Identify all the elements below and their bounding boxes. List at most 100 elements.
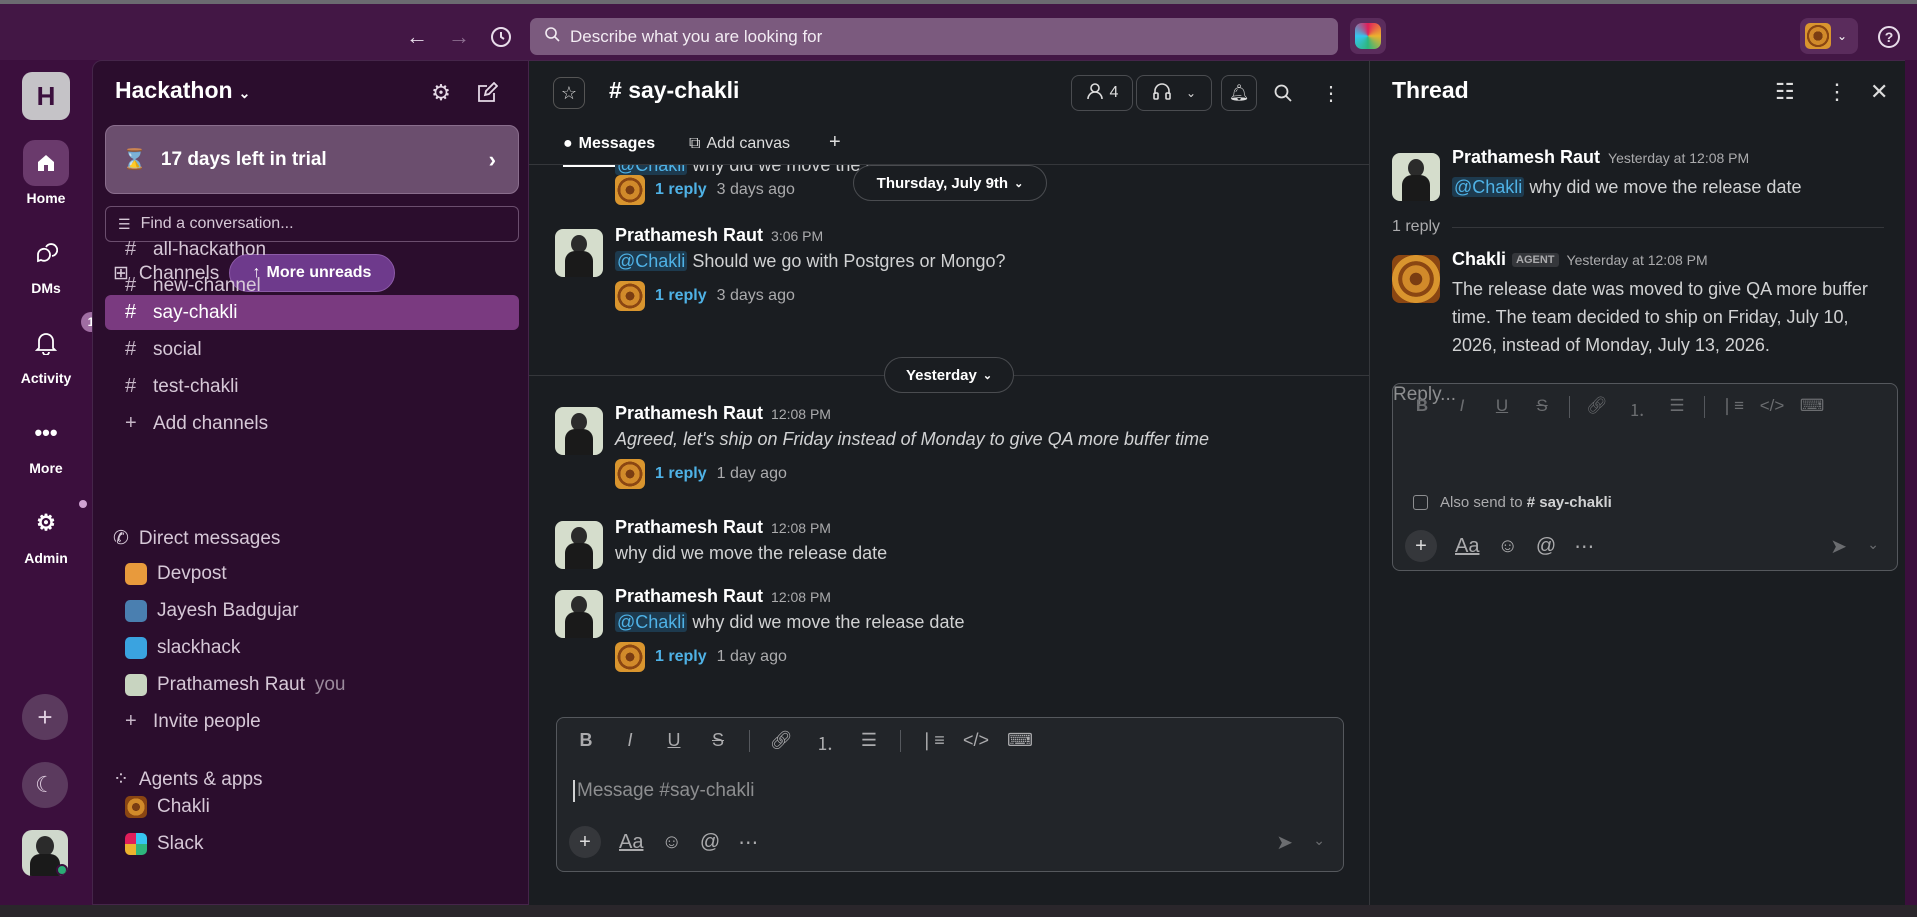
- thread-replies-link[interactable]: 1 reply 1 day ago: [615, 642, 787, 672]
- author-name[interactable]: Prathamesh Raut: [615, 403, 763, 423]
- strikethrough-icon[interactable]: S: [1529, 396, 1555, 421]
- trial-banner[interactable]: ⌛ 17 days left in trial ›: [105, 125, 519, 194]
- sidebar-dm-slackhack[interactable]: slackhack: [105, 630, 519, 665]
- history-icon[interactable]: [486, 22, 516, 52]
- mention-at-icon[interactable]: @: [700, 831, 720, 854]
- blockquote-icon[interactable]: ❘≡: [919, 730, 945, 756]
- author-name[interactable]: Prathamesh Raut: [615, 225, 763, 245]
- code-block-icon[interactable]: ⌨: [1799, 396, 1825, 421]
- thread-list-icon[interactable]: ☷: [1775, 79, 1795, 105]
- help-icon[interactable]: ?: [1878, 26, 1900, 48]
- send-icon[interactable]: ➤: [1276, 830, 1293, 855]
- channel-title[interactable]: # say-chakli: [609, 77, 739, 104]
- bold-icon[interactable]: B: [573, 730, 599, 756]
- sidebar-channel-social[interactable]: # social: [105, 332, 519, 367]
- members-button[interactable]: 4: [1071, 75, 1133, 111]
- notifications-bell-icon[interactable]: 🔔︎: [1221, 75, 1257, 111]
- search-bar[interactable]: Describe what you are looking for: [530, 18, 1338, 55]
- mention[interactable]: @Chakli: [1452, 177, 1525, 197]
- thread-replies-link[interactable]: 1 reply 1 day ago: [615, 459, 787, 489]
- sidebar-dm-prathamesh[interactable]: Prathamesh Raut you: [105, 667, 519, 702]
- close-icon[interactable]: ✕: [1870, 79, 1888, 105]
- account-menu-button[interactable]: ⌄: [1800, 18, 1858, 54]
- bulleted-list-icon[interactable]: ☰: [1664, 396, 1690, 421]
- thread-replies-link[interactable]: 1 reply 3 days ago: [615, 175, 795, 205]
- rail-dms[interactable]: DMs: [0, 230, 92, 296]
- prathamesh-avatar[interactable]: [555, 590, 603, 638]
- send-icon[interactable]: ➤: [1830, 534, 1847, 559]
- tab-messages[interactable]: ● Messages: [563, 135, 656, 167]
- mention[interactable]: @Chakli: [615, 165, 688, 175]
- underline-icon[interactable]: U: [1489, 396, 1515, 421]
- message-input[interactable]: Message #say-chakli: [573, 780, 754, 802]
- mention[interactable]: @Chakli: [615, 251, 688, 271]
- author-name[interactable]: Chakli: [1452, 249, 1506, 269]
- huddle-button[interactable]: ⌄: [1136, 75, 1212, 111]
- message-time[interactable]: Yesterday at 12:08 PM: [1567, 252, 1708, 268]
- italic-icon[interactable]: I: [617, 730, 643, 756]
- sidebar-channel-say-chakli[interactable]: # say-chakli: [105, 295, 519, 330]
- channel-search-icon[interactable]: [1265, 75, 1301, 111]
- send-options-chevron-icon[interactable]: ⌄: [1867, 536, 1879, 553]
- emoji-icon[interactable]: ☺: [661, 831, 681, 854]
- author-name[interactable]: Prathamesh Raut: [615, 586, 763, 606]
- more-actions-icon[interactable]: ⋯: [1574, 534, 1594, 559]
- message-time[interactable]: Yesterday at 12:08 PM: [1608, 150, 1749, 166]
- kebab-menu-icon[interactable]: ⋮: [1313, 75, 1349, 111]
- author-name[interactable]: Prathamesh Raut: [1452, 147, 1600, 167]
- code-icon[interactable]: </>: [1759, 396, 1785, 421]
- thread-replies-link[interactable]: 1 reply 3 days ago: [615, 281, 795, 311]
- italic-icon[interactable]: I: [1449, 396, 1475, 421]
- code-icon[interactable]: </>: [963, 730, 989, 756]
- sidebar-app-slack[interactable]: Slack: [105, 826, 519, 861]
- apps-section-header[interactable]: ⁘ Agents & apps: [113, 768, 263, 791]
- back-arrow-icon[interactable]: ←: [402, 22, 432, 52]
- message-time[interactable]: 3:06 PM: [771, 228, 823, 244]
- add-channels-button[interactable]: + Add channels: [105, 406, 519, 441]
- sidebar-channel-test-chakli[interactable]: # test-chakli: [105, 369, 519, 404]
- add-tab-plus-icon[interactable]: +: [829, 131, 841, 154]
- date-pill-thursday[interactable]: Thursday, July 9th ⌄: [853, 165, 1047, 201]
- message-time[interactable]: 12:08 PM: [771, 406, 831, 422]
- compose-icon[interactable]: [473, 79, 501, 107]
- forward-arrow-icon[interactable]: →: [444, 22, 474, 52]
- underline-icon[interactable]: U: [661, 730, 687, 756]
- chakli-avatar[interactable]: [1392, 255, 1440, 303]
- bold-icon[interactable]: B: [1409, 396, 1435, 421]
- prathamesh-avatar[interactable]: [555, 229, 603, 277]
- dm-section-header[interactable]: ✆ Direct messages: [113, 527, 280, 550]
- code-block-icon[interactable]: ⌨: [1007, 730, 1033, 756]
- author-name[interactable]: Prathamesh Raut: [615, 517, 763, 537]
- send-options-chevron-icon[interactable]: ⌄: [1313, 832, 1325, 849]
- link-icon[interactable]: 🔗︎: [1584, 396, 1610, 421]
- mention-at-icon[interactable]: @: [1536, 535, 1556, 558]
- text-format-icon[interactable]: Aa: [619, 831, 643, 854]
- prathamesh-avatar[interactable]: [1392, 153, 1440, 201]
- date-pill-yesterday[interactable]: Yesterday ⌄: [884, 357, 1014, 393]
- sidebar-app-chakli[interactable]: Chakli: [105, 789, 519, 824]
- moon-icon[interactable]: ☾: [22, 762, 68, 808]
- emoji-icon[interactable]: ☺: [1497, 535, 1517, 558]
- rail-activity[interactable]: 1 Activity: [0, 312, 101, 386]
- more-actions-icon[interactable]: ⋯: [738, 830, 758, 855]
- also-send-checkbox[interactable]: [1413, 495, 1428, 510]
- attach-plus-icon[interactable]: +: [569, 826, 601, 858]
- link-icon[interactable]: 🔗︎: [768, 730, 794, 756]
- settings-gear-icon[interactable]: ⚙: [427, 79, 455, 107]
- rail-admin[interactable]: ⚙ Admin: [0, 500, 92, 566]
- bulleted-list-icon[interactable]: ☰: [856, 730, 882, 756]
- prathamesh-avatar[interactable]: [555, 407, 603, 455]
- strikethrough-icon[interactable]: S: [705, 730, 731, 756]
- mention[interactable]: @Chakli: [615, 612, 688, 632]
- rail-more[interactable]: ••• More: [0, 410, 92, 476]
- text-format-icon[interactable]: Aa: [1455, 535, 1479, 558]
- attach-plus-icon[interactable]: +: [1405, 530, 1437, 562]
- sidebar-channel-all-hackathon[interactable]: # all-hackathon: [105, 232, 519, 267]
- invite-people-button[interactable]: + Invite people: [105, 704, 519, 739]
- ai-assistant-button[interactable]: [1350, 18, 1386, 54]
- star-icon[interactable]: ☆: [553, 77, 585, 109]
- workspace-name[interactable]: Hackathon ⌄: [115, 77, 250, 104]
- workspace-switcher[interactable]: H: [22, 72, 70, 120]
- message-time[interactable]: 12:08 PM: [771, 589, 831, 605]
- message-time[interactable]: 12:08 PM: [771, 520, 831, 536]
